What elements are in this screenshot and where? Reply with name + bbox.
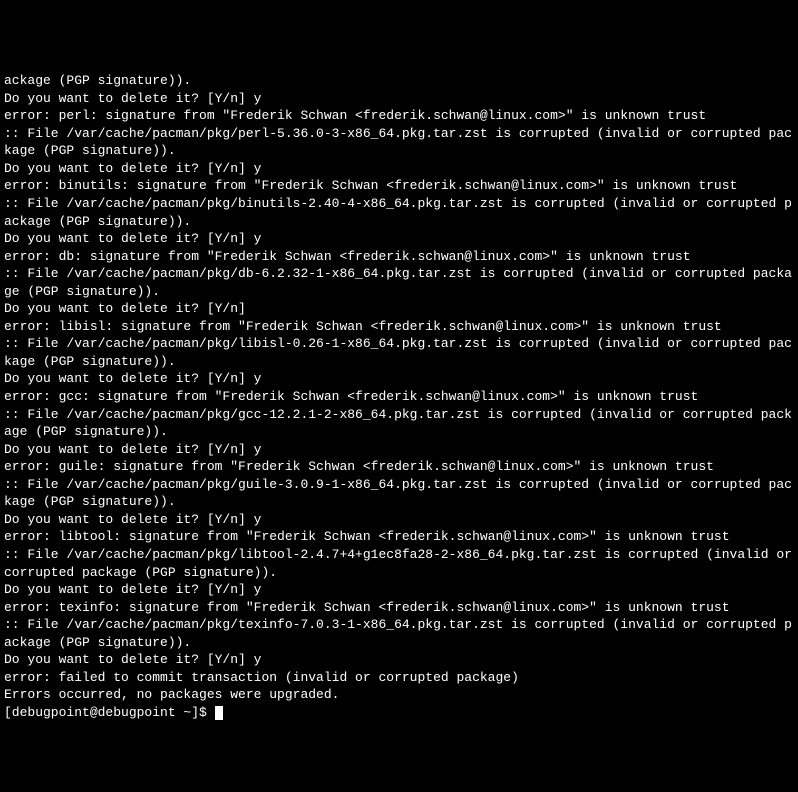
terminal-line: :: File /var/cache/pacman/pkg/db-6.2.32-…: [4, 265, 794, 300]
terminal-line: :: File /var/cache/pacman/pkg/guile-3.0.…: [4, 476, 794, 511]
terminal-line: :: File /var/cache/pacman/pkg/gcc-12.2.1…: [4, 406, 794, 441]
terminal-line: error: libtool: signature from "Frederik…: [4, 528, 794, 546]
terminal-line: Do you want to delete it? [Y/n] y: [4, 511, 794, 529]
terminal-line: error: gcc: signature from "Frederik Sch…: [4, 388, 794, 406]
terminal-line: :: File /var/cache/pacman/pkg/binutils-2…: [4, 195, 794, 230]
terminal-line: error: failed to commit transaction (inv…: [4, 669, 794, 687]
terminal-line: :: File /var/cache/pacman/pkg/perl-5.36.…: [4, 125, 794, 160]
terminal-line: Do you want to delete it? [Y/n] y: [4, 441, 794, 459]
terminal-line: error: libisl: signature from "Frederik …: [4, 318, 794, 336]
terminal-line: :: File /var/cache/pacman/pkg/libisl-0.2…: [4, 335, 794, 370]
terminal-line: :: File /var/cache/pacman/pkg/texinfo-7.…: [4, 616, 794, 651]
terminal-line: error: binutils: signature from "Frederi…: [4, 177, 794, 195]
terminal-line: Do you want to delete it? [Y/n] y: [4, 230, 794, 248]
terminal-line: Errors occurred, no packages were upgrad…: [4, 686, 794, 704]
terminal-line: Do you want to delete it? [Y/n] y: [4, 581, 794, 599]
terminal-line: error: guile: signature from "Frederik S…: [4, 458, 794, 476]
terminal-output: ackage (PGP signature)).Do you want to d…: [4, 72, 794, 704]
terminal-line: error: texinfo: signature from "Frederik…: [4, 599, 794, 617]
terminal-line: error: perl: signature from "Frederik Sc…: [4, 107, 794, 125]
terminal-line: error: db: signature from "Frederik Schw…: [4, 248, 794, 266]
terminal-line: :: File /var/cache/pacman/pkg/libtool-2.…: [4, 546, 794, 581]
terminal-line: Do you want to delete it? [Y/n]: [4, 300, 794, 318]
cursor[interactable]: [215, 706, 223, 720]
terminal-line: Do you want to delete it? [Y/n] y: [4, 370, 794, 388]
terminal-line: Do you want to delete it? [Y/n] y: [4, 90, 794, 108]
terminal-line: Do you want to delete it? [Y/n] y: [4, 160, 794, 178]
shell-prompt: [debugpoint@debugpoint ~]$: [4, 705, 215, 720]
terminal-line: ackage (PGP signature)).: [4, 72, 794, 90]
terminal-line: Do you want to delete it? [Y/n] y: [4, 651, 794, 669]
